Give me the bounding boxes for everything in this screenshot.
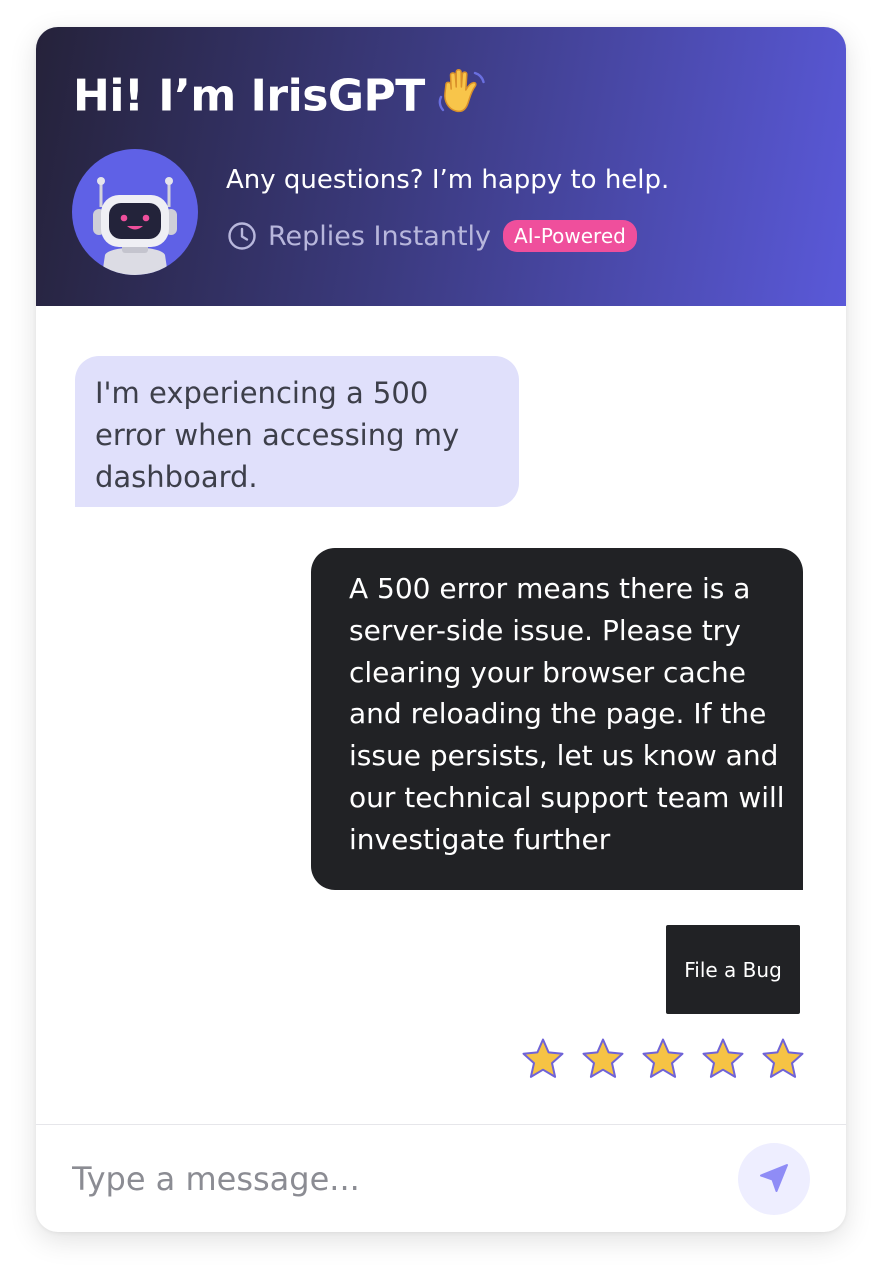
robot-avatar-icon — [72, 149, 198, 275]
reply-speed-row: Replies Instantly AI-Powered — [226, 220, 637, 252]
header-title: Hi! I’m IrisGPT — [73, 67, 491, 130]
chat-header: Hi! I’m IrisGPT Any questions? I’m happy… — [36, 27, 846, 306]
send-icon — [756, 1160, 792, 1199]
bot-message-bubble: A 500 error means there is a server-side… — [311, 548, 803, 890]
user-message-bubble: I'm experiencing a 500 error when access… — [75, 356, 519, 507]
clock-icon — [226, 220, 258, 252]
star-icon[interactable] — [640, 1036, 686, 1082]
send-button[interactable] — [738, 1143, 810, 1215]
waving-hand-icon — [435, 67, 491, 130]
star-rating — [520, 1036, 806, 1082]
star-icon[interactable] — [580, 1036, 626, 1082]
message-composer — [36, 1125, 846, 1232]
header-title-text: Hi! I’m IrisGPT — [73, 70, 425, 122]
star-icon[interactable] — [760, 1036, 806, 1082]
header-subtitle: Any questions? I’m happy to help. — [226, 165, 670, 195]
file-a-bug-button[interactable]: File a Bug — [666, 925, 800, 1014]
star-icon[interactable] — [520, 1036, 566, 1082]
message-input[interactable] — [72, 1153, 712, 1205]
ai-powered-badge: AI-Powered — [503, 220, 637, 252]
reply-speed-text: Replies Instantly — [268, 220, 492, 252]
chat-widget: Hi! I’m IrisGPT Any questions? I’m happy… — [36, 27, 846, 1232]
star-icon[interactable] — [700, 1036, 746, 1082]
